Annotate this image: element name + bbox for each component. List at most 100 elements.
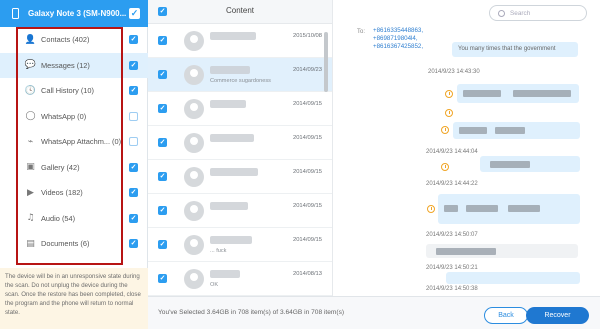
pixelated-text: [495, 127, 525, 134]
list-item[interactable]: ✓ Commerce sugardoness 2014/09/23: [148, 58, 332, 92]
category-item[interactable]: ▣ Gallery (42) ✓: [0, 155, 148, 181]
whatsapp-icon: ◯: [25, 111, 36, 122]
category-checkbox[interactable]: ✓: [129, 239, 138, 248]
message-date: 2014/09/15: [292, 135, 322, 141]
recipient-number: +8616367425852,: [373, 43, 424, 51]
recipient-number: +8698719804l4,: [373, 35, 418, 43]
list-item-checkbox[interactable]: ✓: [158, 70, 167, 79]
documents-icon: ▤: [26, 238, 35, 249]
pixelated-contact-name: [210, 32, 256, 40]
pixelated-text: [513, 90, 571, 97]
avatar: [184, 99, 204, 119]
search-placeholder: Search: [510, 9, 531, 17]
message-bubble: [426, 244, 578, 258]
category-item[interactable]: 💬 Messages (12) ✓: [0, 52, 148, 78]
message-timestamp: 2014/9/23 14:50:07: [426, 232, 478, 238]
list-header-title: Content: [226, 6, 255, 15]
category-checkbox[interactable]: ✓: [129, 188, 138, 197]
category-checkbox[interactable]: [129, 111, 138, 121]
category-item[interactable]: ⌁ WhatsApp Attachm... (0): [0, 129, 148, 155]
pixelated-contact-name: [210, 134, 254, 142]
list-item-checkbox[interactable]: ✓: [158, 138, 167, 147]
message-list: ✓ Content ✓ 2015/10/08 ✓ Commerce sugardone…: [148, 0, 333, 323]
message-bubble: [457, 84, 579, 103]
list-item[interactable]: ✓ 2014/09/15: [148, 160, 332, 194]
selection-summary: You've Selected 3.64GB in 708 item(s) of…: [158, 309, 345, 316]
search-input[interactable]: Search: [489, 5, 587, 21]
category-checkbox[interactable]: ✓: [129, 60, 138, 70]
list-item-checkbox[interactable]: ✓: [158, 104, 167, 113]
gallery-icon: ▣: [26, 162, 35, 173]
avatar: [184, 65, 204, 85]
pixelated-text: [508, 205, 540, 212]
category-item[interactable]: ▤ Documents (6) ✓: [0, 231, 148, 257]
audio-icon: ♫: [26, 213, 35, 224]
phone-icon: [12, 8, 19, 19]
list-item[interactable]: ✓ OK 2014/08/13: [148, 262, 332, 296]
app-window: Galaxy Note 3 (SM-N900... ✓ 👤 Contacts (4…: [0, 0, 600, 329]
sidebar: Galaxy Note 3 (SM-N900... ✓ 👤 Contacts (4…: [0, 0, 148, 329]
message-timestamp: 2014/9/23 14:44:04: [426, 149, 478, 155]
message-timestamp: 2014/9/23 14:50:38: [426, 286, 478, 292]
list-item[interactable]: ✓ 2014/09/15: [148, 126, 332, 160]
message-timestamp: 2014/9/23 14:50:21: [426, 265, 478, 271]
recipient-number: +8616335448863,: [373, 27, 424, 34]
list-item-checkbox[interactable]: ✓: [158, 206, 167, 215]
pixelated-contact-name: [210, 100, 246, 108]
pixelated-contact-name: [210, 202, 248, 210]
message-preview: ... fuck: [210, 248, 227, 254]
list-select-all-checkbox[interactable]: ✓: [158, 7, 167, 16]
category-item[interactable]: ▶ Videos (182) ✓: [0, 180, 148, 206]
list-item[interactable]: ✓ 2014/09/15: [148, 92, 332, 126]
pixelated-contact-name: [210, 168, 258, 176]
pixelated-text: [463, 90, 501, 97]
avatar: [184, 31, 204, 51]
pending-clock-icon: [427, 205, 435, 213]
message-date: 2014/09/23: [292, 67, 322, 73]
pixelated-text: [436, 248, 496, 255]
back-button[interactable]: Back: [484, 307, 528, 324]
avatar: [184, 269, 204, 289]
category-item[interactable]: 🕓 Call History (10) ✓: [0, 78, 148, 104]
list-header: ✓ Content: [148, 0, 332, 24]
category-checkbox[interactable]: ✓: [129, 162, 138, 172]
category-label: Call History (10): [41, 86, 94, 96]
device-select-all-checkbox[interactable]: ✓: [129, 8, 140, 19]
pixelated-contact-name: [210, 236, 252, 244]
category-item[interactable]: 👤 Contacts (402) ✓: [0, 27, 148, 53]
category-checkbox[interactable]: ✓: [129, 86, 138, 95]
message-timestamp: 2014/9/23 14:44:22: [426, 181, 478, 187]
list-item-checkbox[interactable]: ✓: [158, 274, 167, 283]
recover-button[interactable]: Recover: [526, 307, 589, 324]
message-preview: OK: [210, 282, 219, 288]
list-item-checkbox[interactable]: ✓: [158, 36, 167, 45]
category-label: WhatsApp Attachm... (0): [41, 137, 122, 147]
message-bubble: [480, 156, 580, 172]
device-name: Galaxy Note 3 (SM-N900...: [28, 9, 127, 18]
list-item[interactable]: ✓ 2014/09/15: [148, 194, 332, 228]
message-date: 2014/09/15: [292, 169, 322, 175]
device-header[interactable]: Galaxy Note 3 (SM-N900... ✓: [0, 0, 148, 27]
category-item[interactable]: ◯ WhatsApp (0): [0, 104, 148, 130]
category-checkbox[interactable]: ✓: [129, 213, 138, 223]
pending-clock-icon: [441, 163, 449, 171]
pixelated-contact-name: [210, 66, 250, 74]
category-label: Audio (54): [41, 213, 76, 223]
list-item-checkbox[interactable]: ✓: [158, 240, 167, 249]
list-item[interactable]: ✓ ... fuck 2014/09/15: [148, 228, 332, 262]
category-label: Gallery (42): [41, 162, 80, 172]
list-item-checkbox[interactable]: ✓: [158, 172, 167, 181]
category-checkbox[interactable]: ✓: [129, 35, 138, 44]
pending-clock-icon: [445, 109, 453, 117]
message-timestamp: 2014/9/23 14:43:30: [428, 69, 480, 75]
list-item[interactable]: ✓ 2015/10/08: [148, 24, 332, 58]
category-label: Documents (6): [41, 239, 90, 249]
recipient-list: +8616335448863, +8698719804l4, +86163674…: [373, 27, 423, 52]
avatar: [184, 235, 204, 255]
list-scrollbar[interactable]: [324, 32, 328, 92]
pixelated-text: [466, 205, 498, 212]
category-checkbox[interactable]: [129, 137, 138, 146]
category-item[interactable]: ♫ Audio (54) ✓: [0, 206, 148, 232]
scan-warning: The device will be in an unresponsive st…: [0, 268, 148, 329]
footer-bar: You've Selected 3.64GB in 708 item(s) of…: [148, 296, 600, 329]
